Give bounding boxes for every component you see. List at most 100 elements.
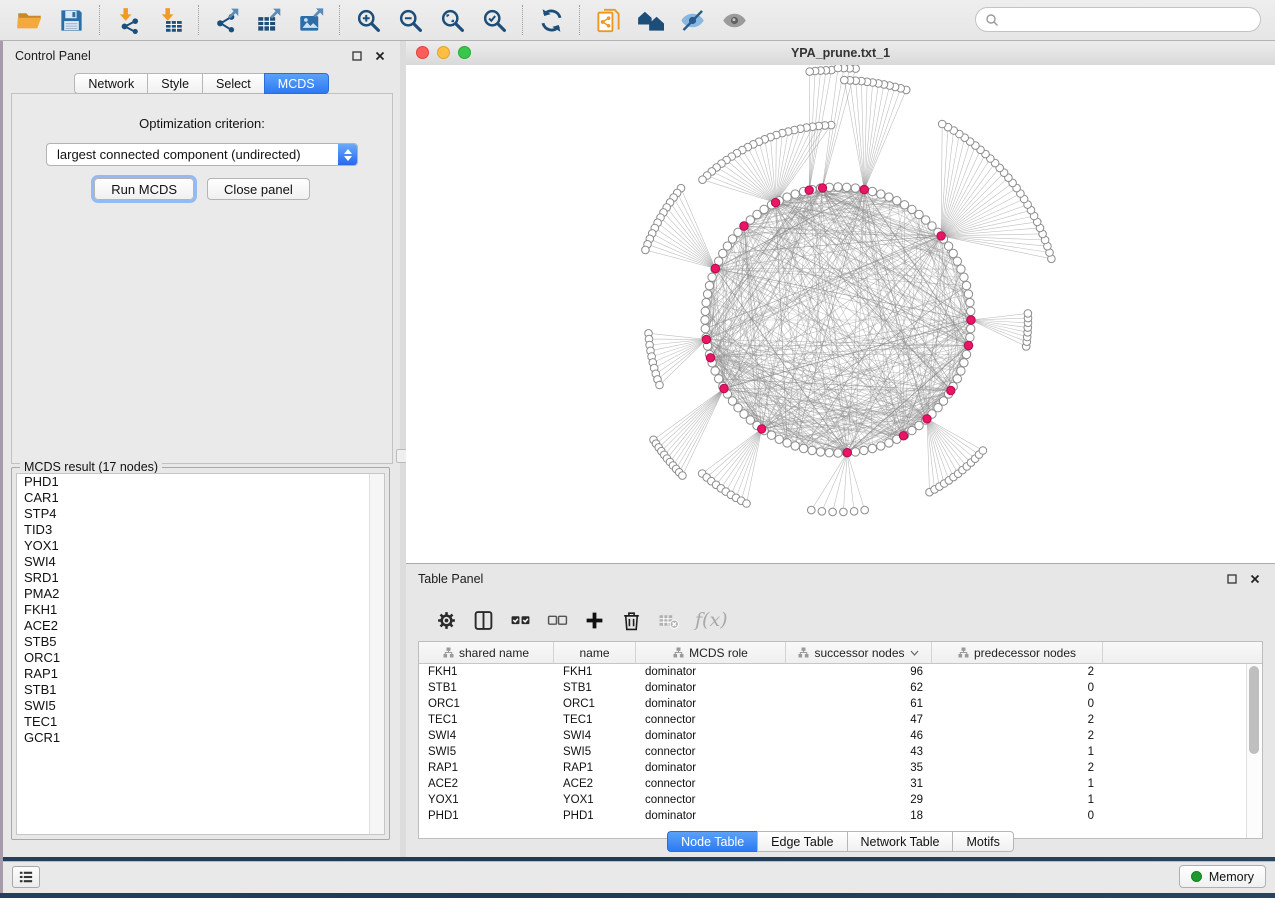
- mcds-result-item[interactable]: PHD1: [17, 474, 384, 490]
- first-neighbors-icon[interactable]: [629, 3, 671, 37]
- mcds-result-item[interactable]: STB1: [17, 682, 384, 698]
- mcds-result-item[interactable]: GCR1: [17, 730, 384, 746]
- table-row[interactable]: RAP1RAP1dominator352: [419, 760, 1247, 776]
- table-cell: 0: [932, 698, 1103, 710]
- mcds-result-item[interactable]: TID3: [17, 522, 384, 538]
- mcds-result-item[interactable]: STB5: [17, 634, 384, 650]
- select-all-icon[interactable]: [510, 610, 531, 631]
- table-scrollbar[interactable]: [1246, 664, 1262, 838]
- optimization-criterion-select[interactable]: largest connected component (undirected): [46, 143, 358, 166]
- tab-edge-table[interactable]: Edge Table: [757, 831, 846, 852]
- tab-network-table[interactable]: Network Table: [847, 831, 953, 852]
- table-cell: ORC1: [554, 698, 636, 710]
- table-row[interactable]: YOX1YOX1connector291: [419, 792, 1247, 808]
- save-session-icon[interactable]: [50, 3, 92, 37]
- close-window-icon[interactable]: [416, 46, 429, 59]
- column-label: MCDS role: [689, 646, 748, 660]
- table-cell: PHD1: [419, 810, 554, 822]
- table-cell: 43: [786, 746, 932, 758]
- minimize-window-icon[interactable]: [437, 46, 450, 59]
- settings-gear-icon[interactable]: [436, 610, 457, 631]
- duplicate-network-icon[interactable]: [587, 3, 629, 37]
- zoom-out-icon[interactable]: [389, 3, 431, 37]
- open-session-icon[interactable]: [8, 3, 50, 37]
- mcds-result-item[interactable]: PMA2: [17, 586, 384, 602]
- column-header-mcds-role[interactable]: MCDS role: [636, 642, 786, 663]
- table-row[interactable]: ORC1ORC1dominator610: [419, 696, 1247, 712]
- table-cell: 29: [786, 794, 932, 806]
- tab-motifs[interactable]: Motifs: [952, 831, 1013, 852]
- import-network-icon[interactable]: [107, 3, 149, 37]
- show-all-icon[interactable]: [713, 3, 755, 37]
- table-row[interactable]: ACE2ACE2connector311: [419, 776, 1247, 792]
- maximize-window-icon[interactable]: [458, 46, 471, 59]
- table-cell: PHD1: [554, 810, 636, 822]
- zoom-in-icon[interactable]: [347, 3, 389, 37]
- table-row[interactable]: SWI5SWI5connector431: [419, 744, 1247, 760]
- tab-select[interactable]: Select: [202, 73, 264, 94]
- table-cell: connector: [636, 794, 786, 806]
- mcds-list-scrollbar[interactable]: [369, 474, 384, 834]
- table-row[interactable]: SWI4SWI4dominator462: [419, 728, 1247, 744]
- tab-node-table[interactable]: Node Table: [667, 831, 757, 852]
- split-panel-icon[interactable]: [473, 610, 494, 631]
- close-panel-icon[interactable]: [372, 48, 388, 64]
- table-row[interactable]: TEC1TEC1connector472: [419, 712, 1247, 728]
- column-header-shared-name[interactable]: shared name: [419, 642, 554, 663]
- zoom-selected-icon[interactable]: [473, 3, 515, 37]
- hide-selected-icon[interactable]: [671, 3, 713, 37]
- column-header-predecessor-nodes[interactable]: predecessor nodes: [932, 642, 1103, 663]
- mcds-result-item[interactable]: SWI5: [17, 698, 384, 714]
- table-row[interactable]: STB1STB1dominator620: [419, 680, 1247, 696]
- column-header-successor-nodes[interactable]: successor nodes: [786, 642, 932, 663]
- table-cell: 1: [932, 778, 1103, 790]
- delete-column-icon[interactable]: [621, 610, 642, 631]
- table-cell: ACE2: [554, 778, 636, 790]
- network-window-titlebar[interactable]: YPA_prune.txt_1: [406, 41, 1275, 66]
- float-panel-icon[interactable]: [349, 48, 365, 64]
- import-table-icon[interactable]: [149, 3, 191, 37]
- mcds-result-item[interactable]: RAP1: [17, 666, 384, 682]
- close-panel-button[interactable]: Close panel: [207, 178, 310, 200]
- table-panel-tabs: Node TableEdge TableNetwork TableMotifs: [406, 831, 1275, 852]
- refresh-icon[interactable]: [530, 3, 572, 37]
- add-column-icon[interactable]: [584, 610, 605, 631]
- table-cell: ACE2: [419, 778, 554, 790]
- mcds-result-item[interactable]: FKH1: [17, 602, 384, 618]
- tab-network[interactable]: Network: [74, 73, 147, 94]
- table-cell: 18: [786, 810, 932, 822]
- mcds-result-item[interactable]: CAR1: [17, 490, 384, 506]
- mcds-result-list[interactable]: PHD1CAR1STP4TID3YOX1SWI4SRD1PMA2FKH1ACE2…: [16, 473, 385, 835]
- mcds-result-item[interactable]: STP4: [17, 506, 384, 522]
- mcds-result-item[interactable]: YOX1: [17, 538, 384, 554]
- mcds-result-item[interactable]: TEC1: [17, 714, 384, 730]
- tab-style[interactable]: Style: [147, 73, 202, 94]
- run-mcds-button[interactable]: Run MCDS: [94, 178, 194, 200]
- table-row[interactable]: PHD1PHD1dominator180: [419, 808, 1247, 824]
- search-input[interactable]: [999, 9, 1260, 31]
- export-table-icon[interactable]: [248, 3, 290, 37]
- function-builder-icon: f(x): [695, 609, 728, 631]
- tab-mcds[interactable]: MCDS: [264, 73, 329, 94]
- table-scrollbar-thumb[interactable]: [1249, 666, 1259, 754]
- table-cell: dominator: [636, 666, 786, 678]
- mcds-result-item[interactable]: ACE2: [17, 618, 384, 634]
- table-cell: 96: [786, 666, 932, 678]
- task-history-button[interactable]: [12, 866, 40, 888]
- mcds-result-item[interactable]: SRD1: [17, 570, 384, 586]
- column-label: name: [579, 646, 609, 660]
- close-table-panel-icon[interactable]: [1247, 571, 1263, 587]
- search-box[interactable]: [975, 7, 1261, 32]
- network-canvas-svg: [406, 65, 1275, 563]
- mcds-result-item[interactable]: ORC1: [17, 650, 384, 666]
- deselect-all-icon[interactable]: [547, 610, 568, 631]
- column-header-name[interactable]: name: [554, 642, 636, 663]
- export-network-icon[interactable]: [206, 3, 248, 37]
- network-canvas[interactable]: [406, 65, 1275, 563]
- table-row[interactable]: FKH1FKH1dominator962: [419, 664, 1247, 680]
- zoom-fit-icon[interactable]: [431, 3, 473, 37]
- export-image-icon[interactable]: [290, 3, 332, 37]
- float-table-panel-icon[interactable]: [1224, 571, 1240, 587]
- memory-button[interactable]: Memory: [1179, 865, 1266, 888]
- mcds-result-item[interactable]: SWI4: [17, 554, 384, 570]
